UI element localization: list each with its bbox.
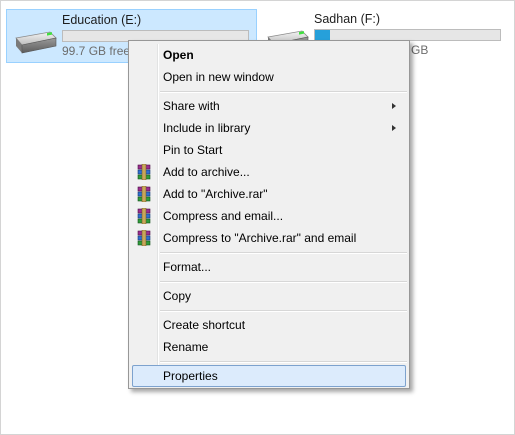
drive-name: Education (E:)	[62, 13, 142, 27]
explorer-window: Education (E:) 99.7 GB free Sadhan (F:) …	[0, 0, 515, 435]
menu-item-copy[interactable]: Copy	[132, 285, 406, 307]
menu-item-label: Open in new window	[163, 70, 274, 84]
menu-separator	[160, 91, 407, 93]
free-space-text: GB	[411, 43, 429, 57]
menu-item-share-with[interactable]: Share with	[132, 95, 406, 117]
menu-item-create-shortcut[interactable]: Create shortcut	[132, 314, 406, 336]
menu-item-pin-to-start[interactable]: Pin to Start	[132, 139, 406, 161]
menu-item-properties[interactable]: Properties	[132, 365, 406, 387]
menu-item-compress-rar-and-email[interactable]: Compress to "Archive.rar" and email	[132, 227, 406, 249]
capacity-bar-fill	[315, 30, 330, 40]
chevron-right-icon	[392, 103, 396, 109]
drive-name: Sadhan (F:)	[314, 12, 381, 26]
menu-item-label: Include in library	[163, 121, 251, 135]
menu-item-label: Copy	[163, 289, 192, 303]
menu-separator	[160, 361, 407, 363]
menu-separator	[160, 252, 407, 254]
winrar-archive-icon	[137, 208, 151, 224]
context-menu: Open Open in new window Share with Inclu…	[128, 40, 410, 389]
menu-item-open[interactable]: Open	[132, 44, 406, 66]
menu-item-label: Open	[163, 48, 194, 62]
hard-drive-icon	[15, 31, 57, 54]
menu-separator	[160, 310, 407, 312]
menu-item-label: Compress and email...	[163, 209, 284, 223]
menu-item-label: Rename	[163, 340, 209, 354]
winrar-archive-icon	[137, 164, 151, 180]
menu-item-label: Compress to "Archive.rar" and email	[163, 231, 357, 245]
chevron-right-icon	[392, 125, 396, 131]
menu-item-label: Share with	[163, 99, 220, 113]
menu-item-add-to-archive-rar[interactable]: Add to "Archive.rar"	[132, 183, 406, 205]
free-space-text: 99.7 GB free	[62, 44, 131, 58]
menu-item-include-in-library[interactable]: Include in library	[132, 117, 406, 139]
menu-item-label: Add to archive...	[163, 165, 250, 179]
menu-item-label: Pin to Start	[163, 143, 223, 157]
menu-item-format[interactable]: Format...	[132, 256, 406, 278]
winrar-archive-icon	[137, 186, 151, 202]
menu-item-add-to-archive[interactable]: Add to archive...	[132, 161, 406, 183]
menu-item-rename[interactable]: Rename	[132, 336, 406, 358]
menu-item-label: Properties	[163, 369, 218, 383]
menu-item-open-new-window[interactable]: Open in new window	[132, 66, 406, 88]
winrar-archive-icon	[137, 230, 151, 246]
menu-item-label: Create shortcut	[163, 318, 246, 332]
menu-item-label: Format...	[163, 260, 212, 274]
menu-item-compress-and-email[interactable]: Compress and email...	[132, 205, 406, 227]
menu-separator	[160, 281, 407, 283]
menu-item-label: Add to "Archive.rar"	[163, 187, 268, 201]
